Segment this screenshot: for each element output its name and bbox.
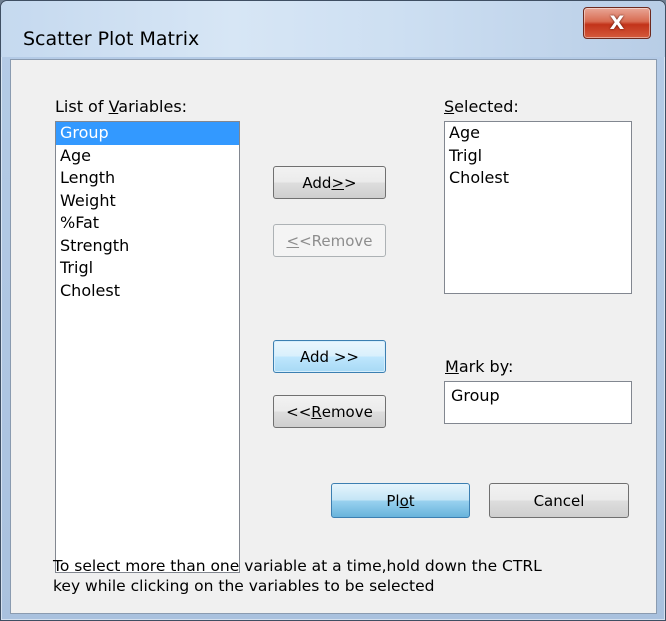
hint-line-2: key while clicking on the variables to b… xyxy=(53,577,435,595)
plot-accel: o xyxy=(399,491,409,510)
title-bar[interactable]: Scatter Plot Matrix X xyxy=(1,1,665,57)
variables-label-pre: List of xyxy=(55,97,109,116)
variable-list-item[interactable]: Group xyxy=(56,122,239,145)
variable-list-item[interactable]: Age xyxy=(56,145,239,168)
add-variable-pre: Add xyxy=(302,173,332,192)
remove-mark-post: emove xyxy=(321,402,373,421)
window-title: Scatter Plot Matrix xyxy=(23,28,200,50)
selected-label-accel: S xyxy=(444,97,455,116)
variables-label-post: ariables: xyxy=(118,97,188,116)
mark-by-label-post: ark by: xyxy=(458,357,514,376)
mark-by-field[interactable]: Group xyxy=(444,381,632,424)
variable-list-item[interactable]: Strength xyxy=(56,235,239,258)
hint-line-1: To select more than one variable at a ti… xyxy=(53,557,542,575)
selected-list-item[interactable]: Age xyxy=(445,122,631,145)
selected-label: Selected: xyxy=(444,97,519,116)
plot-pre: Pl xyxy=(386,491,400,510)
remove-variable-post: Remove xyxy=(311,231,373,250)
cancel-label: Cancel xyxy=(533,491,585,510)
mark-by-label-accel: M xyxy=(445,357,459,376)
remove-mark-accel: R xyxy=(311,402,322,421)
add-variable-button[interactable]: Add > > xyxy=(273,166,386,199)
selected-list-item[interactable]: Cholest xyxy=(445,167,631,190)
hint-text: To select more than one variable at a ti… xyxy=(53,556,542,596)
cancel-button[interactable]: Cancel xyxy=(489,483,629,518)
remove-variable-accel: < xyxy=(299,231,312,250)
add-mark-button[interactable]: Add >> xyxy=(273,340,386,373)
dialog-client-area: List of Variables: Group Age Length Weight%… xyxy=(10,59,657,614)
variable-list-item[interactable]: Length xyxy=(56,167,239,190)
selected-label-post: elected: xyxy=(454,97,519,116)
remove-variable-button[interactable]: < < Remove xyxy=(273,224,386,257)
variables-label: List of Variables: xyxy=(55,97,187,116)
variable-list-item[interactable]: Trigl xyxy=(56,257,239,280)
remove-mark-button[interactable]: << Remove xyxy=(273,395,386,428)
close-icon: X xyxy=(609,11,625,34)
add-variable-accel: > xyxy=(331,173,345,192)
plot-button[interactable]: Pl o t xyxy=(331,483,470,518)
selected-listbox[interactable]: Age Trigl Cholest xyxy=(444,121,632,294)
add-variable-post: > xyxy=(344,173,357,192)
close-button[interactable]: X xyxy=(583,7,651,39)
mark-by-label: Mark by: xyxy=(445,357,513,376)
remove-variable-pre: < xyxy=(286,231,300,250)
plot-post: t xyxy=(408,491,415,510)
variable-list-item[interactable]: Weight xyxy=(56,190,239,213)
variables-label-accel: V xyxy=(108,97,119,116)
remove-mark-pre: << xyxy=(286,402,312,421)
variable-list-item[interactable]: Cholest xyxy=(56,280,239,303)
variable-list-item[interactable]: %Fat xyxy=(56,212,239,235)
selected-list-item[interactable]: Trigl xyxy=(445,145,631,168)
add-mark-label: Add >> xyxy=(300,347,359,366)
variables-listbox[interactable]: Group Age Length Weight %Fat Strength Trigl Cho… xyxy=(55,121,240,573)
dialog-window: Scatter Plot Matrix X List of Variables:… xyxy=(0,0,666,621)
